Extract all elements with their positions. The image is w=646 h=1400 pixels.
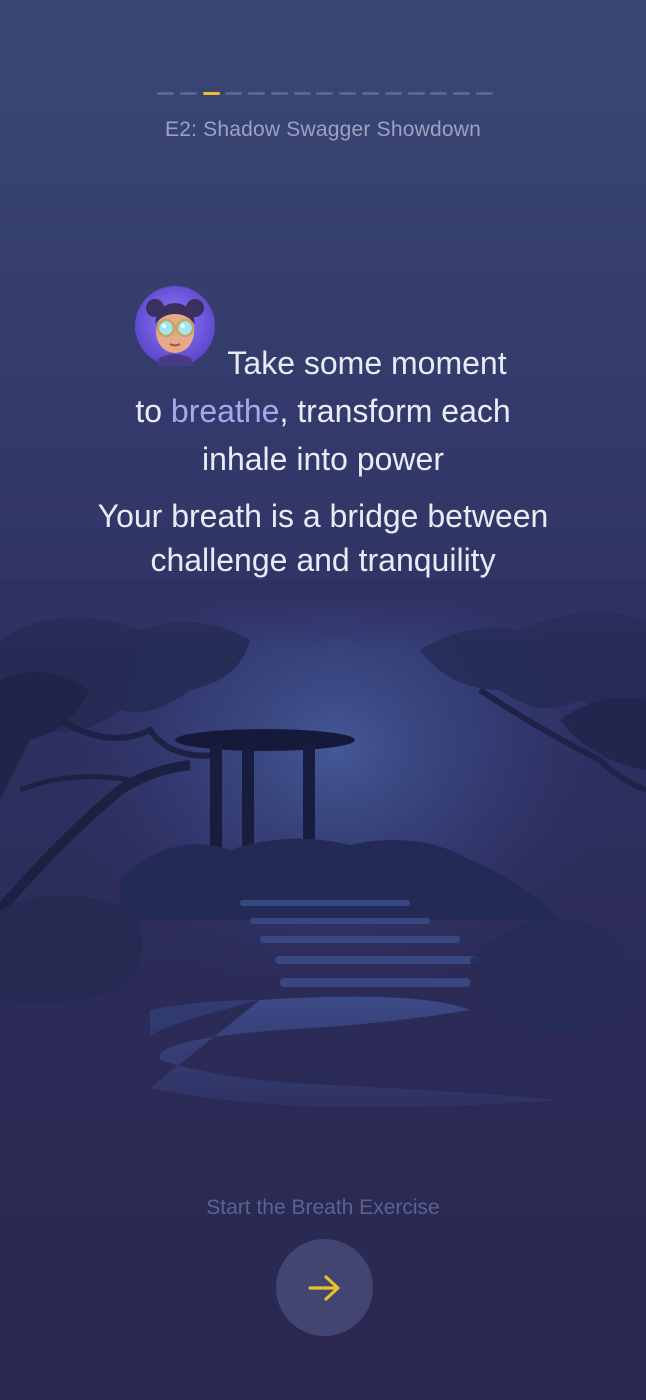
start-exercise-label: Start the Breath Exercise: [206, 1196, 440, 1219]
progress-segment: [475, 92, 493, 95]
next-arrow-button[interactable]: [276, 1239, 373, 1336]
progress-segment: [316, 92, 334, 95]
progress-segment: [384, 92, 402, 95]
progress-segment: [430, 92, 448, 95]
progress-segment: [157, 92, 174, 95]
message-line3: inhale into power: [202, 441, 444, 477]
garden-pavilion-illustration: [0, 580, 646, 1140]
progress-segment: [248, 92, 266, 95]
secondary-line1: Your breath is a bridge between: [97, 498, 549, 534]
progress-segment: [362, 92, 380, 95]
highlight-word: breathe: [170, 393, 280, 429]
progress-segment: [179, 92, 197, 95]
progress-segment: [407, 92, 425, 95]
character-avatar: [135, 286, 216, 366]
secondary-message: Your breath is a bridge between challeng…: [40, 494, 606, 582]
progress-segment: [225, 92, 243, 95]
episode-title: E2: Shadow Swagger Showdown: [165, 118, 481, 141]
secondary-line2: challenge and tranquility: [150, 542, 496, 578]
progress-segment: [293, 92, 311, 95]
message-line1: Take some moment: [227, 345, 507, 381]
arrow-right-icon: [307, 1274, 340, 1301]
message-line2-suffix: , transform each: [279, 393, 511, 429]
episode-progress-bar: [157, 92, 493, 95]
progress-segment-active: [202, 92, 220, 95]
breath-intro-screen: E2: Shadow Swagger Showdown Take some mo…: [0, 0, 646, 1400]
intro-message: Take some moment to breathe, transform e…: [60, 286, 586, 483]
progress-segment: [270, 92, 288, 95]
progress-segment: [453, 92, 471, 95]
progress-segment: [339, 92, 357, 95]
message-line2-prefix: to: [135, 393, 171, 429]
